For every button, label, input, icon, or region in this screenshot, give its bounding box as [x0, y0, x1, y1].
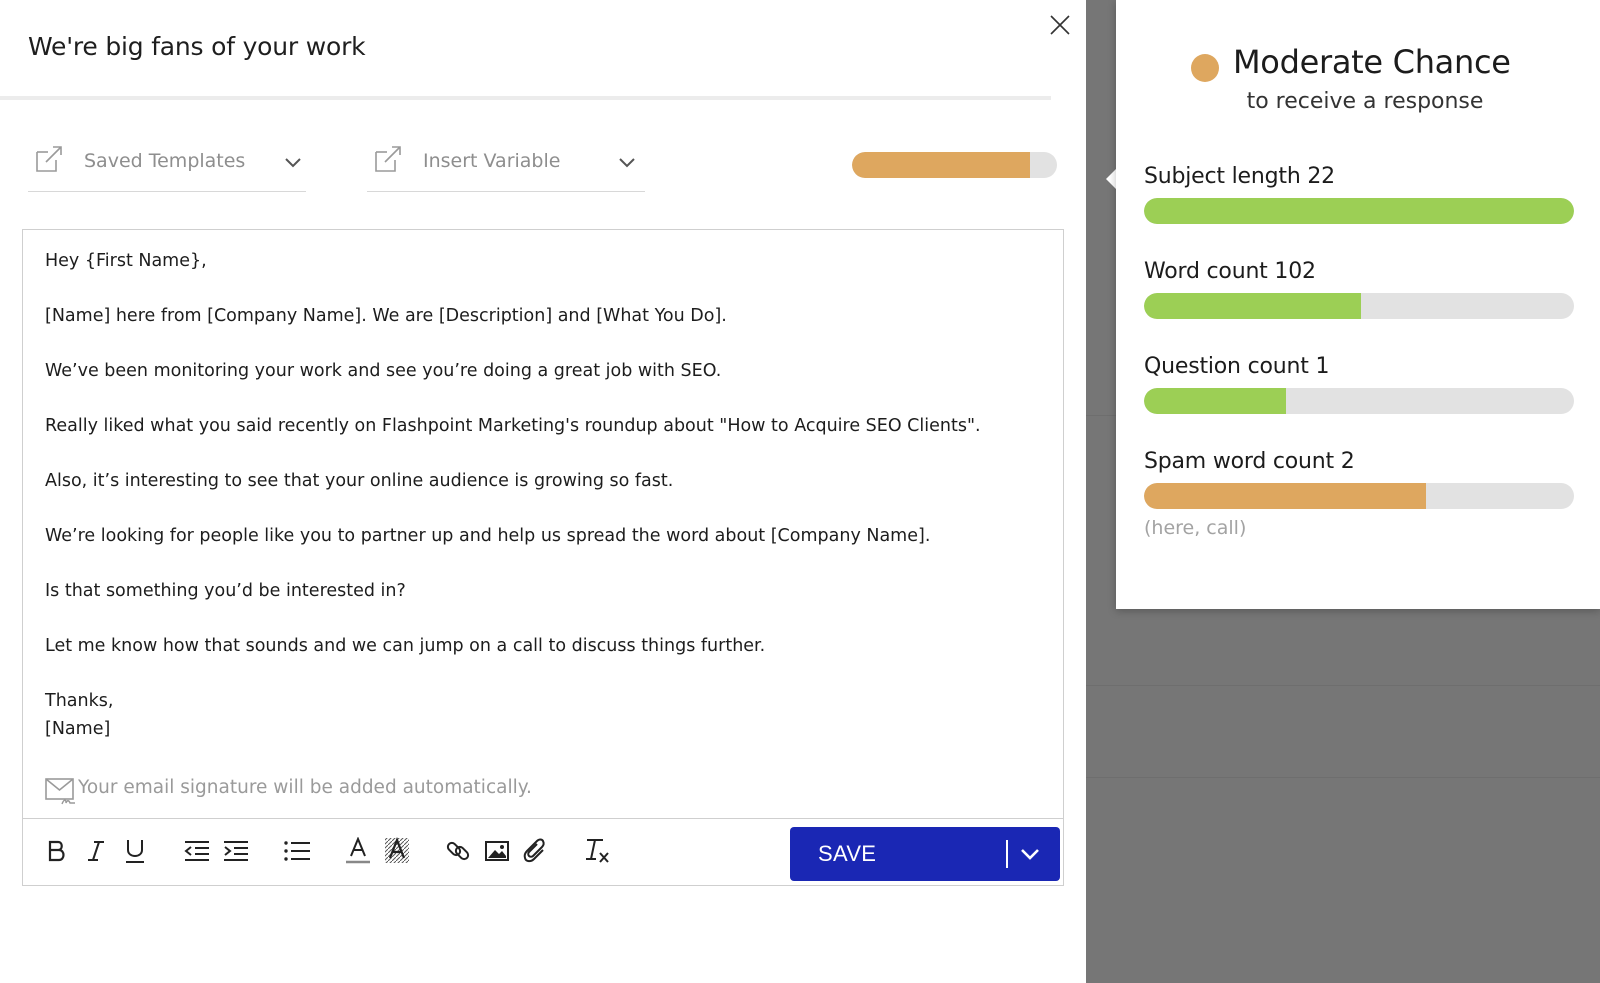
- email-line: [Name]: [45, 718, 111, 739]
- metric-track: [1144, 483, 1574, 509]
- metric-question-count: Question count 1: [1144, 354, 1574, 414]
- highlight-color-icon[interactable]: [382, 836, 412, 866]
- text-color-icon[interactable]: [343, 836, 373, 866]
- chevron-down-icon: [617, 154, 637, 168]
- email-editor[interactable]: Hey {First Name}, [Name] here from [Comp…: [22, 229, 1064, 886]
- response-score-fill: [852, 152, 1031, 178]
- response-chance-popover: Moderate Chance to receive a response Su…: [1116, 0, 1600, 609]
- external-link-icon: [373, 144, 403, 174]
- signature-note-text: Your email signature will be added autom…: [78, 777, 532, 798]
- chance-subtitle: to receive a response: [1246, 89, 1484, 114]
- link-icon[interactable]: [443, 836, 473, 866]
- spam-words-list: (here, call): [1144, 517, 1247, 539]
- metric-track: [1144, 293, 1574, 319]
- email-line: We’re looking for people like you to par…: [45, 526, 931, 546]
- email-subject[interactable]: We're big fans of your work: [28, 32, 366, 61]
- metric-label: Subject length 22: [1144, 164, 1335, 189]
- metric-fill: [1144, 483, 1426, 509]
- chevron-down-icon[interactable]: [1019, 843, 1041, 865]
- backdrop-divider: [1086, 777, 1600, 778]
- bullet-list-icon[interactable]: [282, 836, 312, 866]
- save-button-label: SAVE: [818, 841, 877, 866]
- italic-icon[interactable]: [81, 836, 111, 866]
- close-icon[interactable]: [1049, 14, 1071, 36]
- save-button-separator: [1006, 840, 1008, 868]
- chevron-down-icon: [283, 154, 303, 168]
- email-line: Really liked what you said recently on F…: [45, 416, 981, 436]
- email-line: Thanks,: [45, 691, 114, 711]
- metric-subject-length: Subject length 22: [1144, 164, 1574, 224]
- title-divider: [0, 96, 1051, 100]
- insert-variable-dropdown[interactable]: Insert Variable: [367, 140, 645, 192]
- attachment-icon[interactable]: [520, 836, 550, 866]
- email-line: Is that something you’d be interested in…: [45, 581, 406, 601]
- metric-label: Spam word count 2: [1144, 449, 1355, 474]
- saved-templates-dropdown[interactable]: Saved Templates: [28, 140, 306, 192]
- email-line: [Name] here from [Company Name]. We are …: [45, 306, 727, 326]
- metric-fill: [1144, 388, 1286, 414]
- email-body[interactable]: Hey {First Name}, [Name] here from [Comp…: [45, 248, 1035, 743]
- saved-templates-label: Saved Templates: [84, 150, 246, 172]
- email-line: We’ve been monitoring your work and see …: [45, 361, 722, 381]
- email-line: Also, it’s interesting to see that your …: [45, 471, 674, 491]
- external-link-icon: [34, 144, 64, 174]
- save-button[interactable]: SAVE: [790, 827, 1060, 881]
- metric-label: Word count 102: [1144, 259, 1316, 284]
- outdent-icon[interactable]: [182, 836, 212, 866]
- metric-label: Question count 1: [1144, 354, 1330, 379]
- insert-variable-label: Insert Variable: [423, 150, 561, 172]
- metric-fill: [1144, 293, 1362, 319]
- clear-format-icon[interactable]: [582, 836, 612, 866]
- popover-arrow: [1106, 169, 1116, 189]
- metric-word-count: Word count 102: [1144, 259, 1574, 319]
- bold-icon[interactable]: [42, 836, 72, 866]
- formatting-toolbar: SAVE: [23, 818, 1063, 885]
- response-score-bar[interactable]: [852, 152, 1057, 178]
- indent-icon[interactable]: [221, 836, 251, 866]
- compose-modal: We're big fans of your work Saved Templa…: [0, 0, 1086, 983]
- email-line: Hey {First Name},: [45, 251, 207, 271]
- metric-spam-word-count: Spam word count 2: [1144, 449, 1574, 509]
- underline-icon[interactable]: [120, 836, 150, 866]
- backdrop-divider: [1086, 685, 1600, 686]
- metric-fill: [1144, 198, 1574, 224]
- chance-status-dot: [1191, 54, 1219, 82]
- email-line: Let me know how that sounds and we can j…: [45, 636, 766, 656]
- metric-track: [1144, 198, 1574, 224]
- chance-title: Moderate Chance: [1233, 43, 1511, 81]
- signature-envelope-icon: [45, 775, 77, 807]
- metric-track: [1144, 388, 1574, 414]
- image-icon[interactable]: [482, 836, 512, 866]
